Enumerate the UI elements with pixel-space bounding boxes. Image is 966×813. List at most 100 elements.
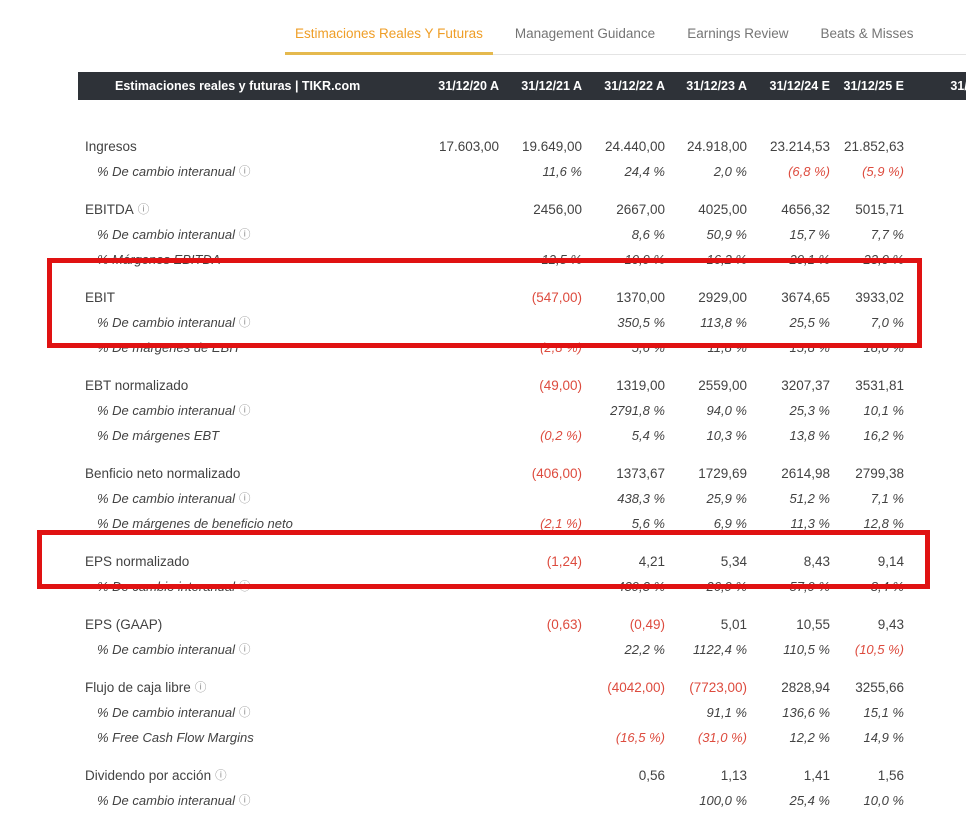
info-icon[interactable]: ⓘ: [138, 204, 150, 216]
table-row: % De cambio interanualⓘ2791,8 %94,0 %25,…: [78, 398, 966, 423]
table-row: Benficio neto normalizado(406,00)1373,67…: [78, 461, 966, 486]
tab-earnings-review[interactable]: Earnings Review: [677, 14, 798, 55]
info-icon[interactable]: ⓘ: [239, 405, 251, 417]
info-icon[interactable]: ⓘ: [239, 166, 251, 178]
column-header-0: 31/12/20 A: [418, 79, 501, 93]
value-cell: 10,9 %: [584, 252, 667, 267]
value-cell: 25,4 %: [749, 793, 832, 808]
row-label-text: % De cambio interanual: [97, 227, 235, 242]
value-cell: 8,43: [749, 554, 832, 569]
value-cell: 14,9 %: [832, 730, 906, 745]
value-cell: 4656,32: [749, 202, 832, 217]
value-cell: 12,5 %: [501, 252, 584, 267]
value-cell: (2,1 %): [501, 516, 584, 531]
value-cell: 21.852,63: [832, 139, 906, 154]
info-icon[interactable]: ⓘ: [195, 682, 207, 694]
value-cell: 4,21: [584, 554, 667, 569]
value-cell: 9,14: [832, 554, 906, 569]
value-cell: 1,56: [832, 768, 906, 783]
info-icon[interactable]: ⓘ: [239, 707, 251, 719]
value-cell: 7,7 %: [832, 227, 906, 242]
value-cell: (31,0 %): [667, 730, 749, 745]
row-label-text: % De cambio interanual: [97, 642, 235, 657]
value-cell: 15,1 %: [832, 705, 906, 720]
value-cell: 2614,98: [749, 466, 832, 481]
value-cell: 5,6 %: [584, 340, 667, 355]
value-cell: 1,41: [749, 768, 832, 783]
row-label: Ingresos: [78, 139, 418, 154]
value-cell: 2456,00: [501, 202, 584, 217]
value-cell: 26,9 %: [667, 579, 749, 594]
value-cell: 5,01: [667, 617, 749, 632]
row-label: EPS normalizado: [78, 554, 418, 569]
value-cell: (547,00): [501, 290, 584, 305]
value-cell: 100,0 %: [667, 793, 749, 808]
value-cell: 11,6 %: [501, 164, 584, 179]
table-row: % De cambio interanualⓘ22,2 %1122,4 %110…: [78, 637, 966, 662]
value-cell: 4025,00: [667, 202, 749, 217]
value-cell: 11,8 %: [667, 340, 749, 355]
row-label-text: Dividendo por acción: [85, 768, 211, 783]
value-cell: (0,63): [501, 617, 584, 632]
row-label-text: EPS normalizado: [85, 554, 189, 569]
value-cell: 2,0 %: [667, 164, 749, 179]
value-cell: 9,43: [832, 617, 906, 632]
row-label-text: % De cambio interanual: [97, 705, 235, 720]
value-cell: (406,00): [501, 466, 584, 481]
value-cell: 10,55: [749, 617, 832, 632]
column-header-1: 31/12/21 A: [501, 79, 584, 93]
row-label-text: % Free Cash Flow Margins: [97, 730, 254, 745]
info-icon[interactable]: ⓘ: [215, 770, 227, 782]
value-cell: 13,8 %: [749, 428, 832, 443]
row-label-text: Flujo de caja libre: [85, 680, 191, 695]
table-row: % De márgenes de EBIT(2,8 %)5,6 %11,8 %1…: [78, 335, 966, 360]
value-cell: (16,5 %): [584, 730, 667, 745]
row-label: EBT normalizado: [78, 378, 418, 393]
table-row: Flujo de caja libreⓘ(4042,00)(7723,00)28…: [78, 675, 966, 700]
value-cell: 15,8 %: [749, 340, 832, 355]
value-cell: 7,0 %: [832, 315, 906, 330]
value-cell: (10,5 %): [832, 642, 906, 657]
row-label: % De cambio interanualⓘ: [78, 164, 418, 180]
info-icon[interactable]: ⓘ: [239, 317, 251, 329]
row-label-text: % De márgenes EBT: [97, 428, 219, 443]
value-cell: 25,9 %: [667, 491, 749, 506]
row-label: EBIT: [78, 290, 418, 305]
value-cell: 25,5 %: [749, 315, 832, 330]
value-cell: 10,0 %: [832, 793, 906, 808]
row-label-text: % De cambio interanual: [97, 491, 235, 506]
table-row: Dividendo por acciónⓘ0,561,131,411,56: [78, 763, 966, 788]
info-icon[interactable]: ⓘ: [239, 795, 251, 807]
info-icon[interactable]: ⓘ: [239, 644, 251, 656]
row-label-text: % De cambio interanual: [97, 793, 235, 808]
value-cell: (5,9 %): [832, 164, 906, 179]
tab-beats-misses[interactable]: Beats & Misses: [810, 14, 923, 55]
row-label: Flujo de caja libre ⓘ: [78, 680, 418, 696]
value-cell: (6,8 %): [749, 164, 832, 179]
tab-management-guidance[interactable]: Management Guidance: [505, 14, 665, 55]
row-label-text: EPS (GAAP): [85, 617, 162, 632]
row-label-text: Benficio neto normalizado: [85, 466, 240, 481]
row-label-text: Ingresos: [85, 139, 137, 154]
table-row: % De márgenes EBT(0,2 %)5,4 %10,3 %13,8 …: [78, 423, 966, 448]
value-cell: 1122,4 %: [667, 642, 749, 657]
value-cell: 50,9 %: [667, 227, 749, 242]
tab-estimaciones-reales-y-futuras[interactable]: Estimaciones Reales Y Futuras: [285, 14, 493, 55]
value-cell: 113,8 %: [667, 315, 749, 330]
row-label-text: % De cambio interanual: [97, 403, 235, 418]
row-label: % De cambio interanual ⓘ: [78, 403, 418, 419]
value-cell: 10,3 %: [667, 428, 749, 443]
row-label: Benficio neto normalizado: [78, 466, 418, 481]
value-cell: 25,3 %: [749, 403, 832, 418]
table-row: % De márgenes de beneficio neto(2,1 %)5,…: [78, 511, 966, 536]
value-cell: 10,1 %: [832, 403, 906, 418]
info-icon[interactable]: ⓘ: [239, 581, 251, 593]
row-label-text: % De márgenes de EBIT: [97, 340, 241, 355]
estimates-table: Estimaciones reales y futuras | TIKR.com…: [78, 72, 966, 813]
info-icon[interactable]: ⓘ: [239, 229, 251, 241]
table-row: % De cambio interanualⓘ439,3 %26,9 %57,9…: [78, 574, 966, 599]
value-cell: 23.214,53: [749, 139, 832, 154]
value-cell: 1319,00: [584, 378, 667, 393]
info-icon[interactable]: ⓘ: [239, 493, 251, 505]
value-cell: 438,3 %: [584, 491, 667, 506]
